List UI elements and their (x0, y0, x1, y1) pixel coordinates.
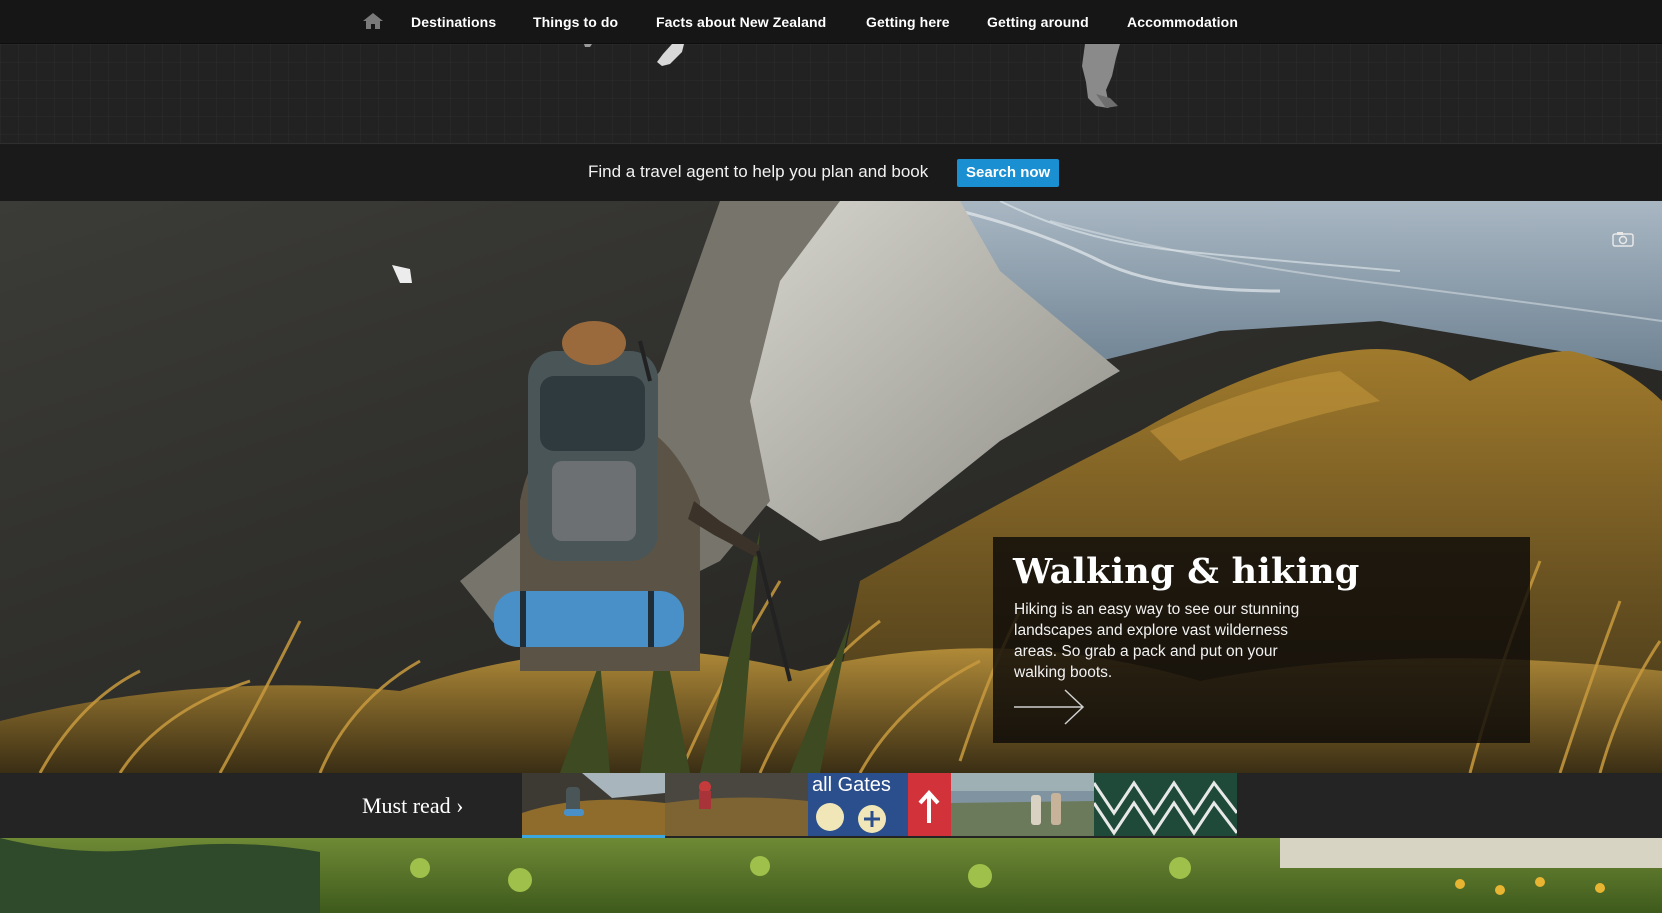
right-arrow-icon[interactable] (1013, 689, 1085, 725)
world-map-band (0, 44, 1662, 144)
nav-item-destinations[interactable]: Destinations (411, 14, 496, 30)
hero-caption-panel: Walking & hiking Hiking is an easy way t… (993, 537, 1530, 743)
home-icon[interactable] (362, 12, 384, 30)
travel-agent-bar: Find a travel agent to help you plan and… (0, 145, 1662, 201)
nav-item-getting-around[interactable]: Getting around (987, 14, 1089, 30)
top-navigation: Destinations Things to do Facts about Ne… (0, 0, 1662, 44)
camera-icon[interactable] (1612, 231, 1634, 247)
nav-item-getting-here[interactable]: Getting here (866, 14, 950, 30)
must-read-link[interactable]: Must read › (362, 793, 463, 819)
must-read-strip: Must read › all Gates (0, 773, 1662, 838)
nav-item-accommodation[interactable]: Accommodation (1127, 14, 1238, 30)
thumbnail-hiker-tussock[interactable] (665, 773, 808, 836)
world-map-graphic (584, 44, 1120, 108)
thumbnail-green-pattern[interactable] (1094, 773, 1237, 836)
travel-agent-message: Find a travel agent to help you plan and… (588, 162, 929, 181)
thumbnail-sign-text: all Gates (812, 774, 891, 796)
thumbnail-hiker-ridge[interactable] (522, 773, 665, 838)
next-section-photo (0, 838, 1662, 913)
thumbnail-walkers-lake[interactable] (951, 773, 1094, 836)
nav-item-facts[interactable]: Facts about New Zealand (656, 14, 826, 30)
search-now-button[interactable]: Search now (957, 159, 1060, 187)
nav-item-things-to-do[interactable]: Things to do (533, 14, 618, 30)
hero-title[interactable]: Walking & hiking (1013, 551, 1360, 592)
hero-description: Hiking is an easy way to see our stunnin… (1014, 601, 1300, 681)
thumbnail-airport-sign[interactable]: all Gates (808, 773, 951, 836)
